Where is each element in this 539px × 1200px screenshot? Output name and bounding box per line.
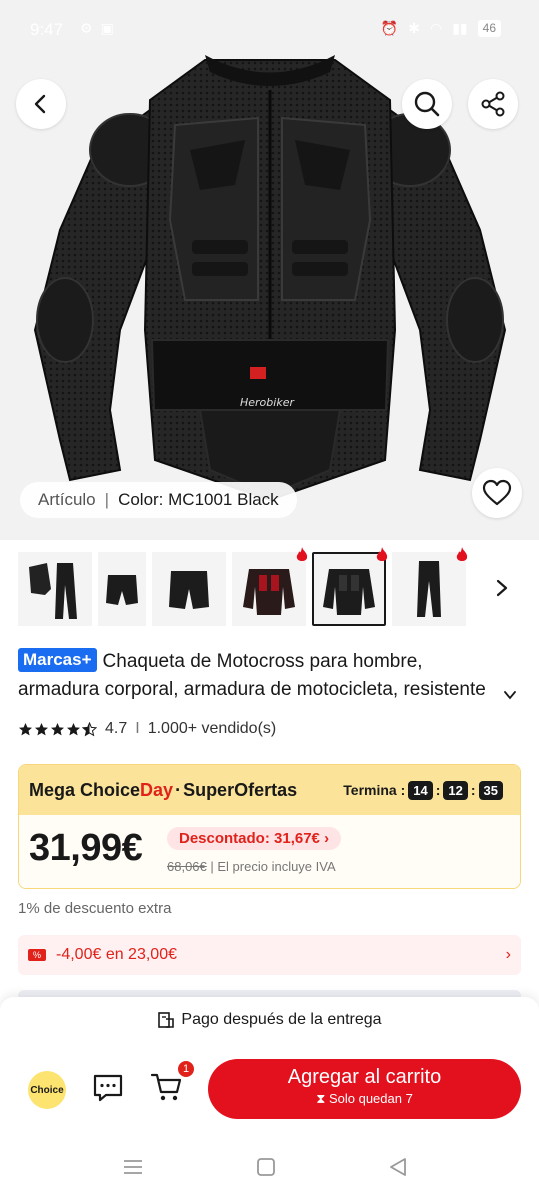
chevron-right-icon: › (505, 946, 511, 963)
bluetooth-icon: ✱ (408, 20, 420, 36)
choice-badge[interactable]: Choice (28, 1071, 66, 1109)
status-time: 9:47 (30, 20, 64, 39)
thumbnail-full-suit[interactable] (18, 552, 92, 626)
heart-icon (482, 479, 512, 506)
title-line-1: Chaqueta de Motocross para hombre, (102, 651, 423, 672)
rating-divider: I (135, 720, 140, 737)
chevron-left-icon (34, 94, 46, 114)
star-icon (35, 722, 48, 735)
search-button[interactable] (402, 79, 452, 129)
alarm-icon: ⏰ (380, 20, 399, 36)
flame-icon (456, 547, 468, 561)
coupon-banner[interactable]: % -4,00€ en 23,00€ › (18, 935, 521, 975)
flame-icon (376, 547, 388, 561)
thumbnail-shorts-2[interactable] (152, 552, 226, 626)
shorts-side-image (169, 571, 209, 609)
variant-label: Artículo (38, 490, 96, 509)
coupon-icon: % (28, 949, 46, 961)
full-suit-image (29, 563, 77, 619)
chevron-right-icon[interactable] (495, 578, 509, 598)
deal-title: Mega ChoiceDay · SuperOfertas (29, 779, 298, 800)
coupon-text: -4,00€ en 23,00€ (56, 946, 177, 963)
product-title[interactable]: Marcas+ Chaqueta de Motocross para hombre… (18, 648, 523, 704)
bottom-action-bar: Pago después de la entrega Choice 1 Agre… (0, 997, 539, 1137)
extra-discount: 1% de descuento extra (18, 900, 172, 917)
wishlist-button[interactable] (472, 468, 522, 518)
back-button[interactable] (16, 79, 66, 129)
ends-label: Termina : (343, 782, 406, 798)
system-nav-bar (0, 1137, 539, 1200)
variant-selector[interactable]: Artículo | Color: MC1001 Black (20, 482, 297, 518)
add-to-cart-label: Agregar al carrito (287, 1066, 442, 1088)
sold-count: 1.000+ vendido(s) (147, 720, 277, 737)
star-icon (67, 722, 80, 735)
flame-icon (296, 547, 308, 561)
thumbnail-red-jacket[interactable] (232, 547, 308, 626)
jacket-brand-label: Herobiker (240, 396, 295, 409)
red-jacket-image (243, 569, 295, 615)
tax-note: | El precio incluye IVA (210, 859, 336, 874)
half-star-icon (82, 721, 97, 736)
thumbnail-shorts[interactable] (98, 552, 146, 626)
image-notification-icon: ▣ (100, 20, 114, 36)
add-to-cart-button[interactable]: Agregar al carrito ⧗ Solo quedan 7 (208, 1059, 521, 1119)
home-icon[interactable] (256, 1157, 276, 1177)
brand-badge: Marcas+ (18, 648, 97, 672)
timer-seconds: 35 (478, 780, 503, 800)
discount-badge[interactable]: Descontado: 31,67€ › (167, 827, 342, 850)
hourglass-icon: ⧗ (316, 1091, 326, 1106)
black-jacket-image (323, 569, 375, 615)
back-nav-icon[interactable] (388, 1157, 408, 1177)
deal-box[interactable]: Mega ChoiceDay · SuperOfertas Termina : 14… (18, 764, 521, 889)
pants-image (417, 561, 441, 617)
deal-header: Mega ChoiceDay · SuperOfertas Termina : 14… (19, 765, 520, 815)
wifi-icon: ◠ (430, 20, 443, 36)
status-bar: 9:47 ⚙ ▣ ⏰ ✱ ◠ ▮▮ 46 (0, 0, 539, 60)
star-icon (19, 722, 32, 735)
cart-count-badge: 1 (176, 1059, 196, 1079)
star-icon (51, 722, 64, 735)
jacket-illustration: Herobiker (33, 55, 507, 502)
rating-value: 4.7 (105, 720, 128, 737)
timer-hours: 14 (408, 780, 433, 800)
thumbnail-pants[interactable] (392, 547, 468, 626)
battery-icon: 46 (477, 20, 501, 37)
current-price: 31,99€ (29, 827, 143, 869)
settings-notification-icon: ⚙ (80, 20, 93, 36)
variant-separator: | (104, 490, 110, 509)
cash-on-delivery-icon (158, 1012, 175, 1028)
thumbnail-strip (18, 547, 539, 632)
message-icon[interactable] (92, 1073, 124, 1103)
pay-on-delivery-row: Pago después de la entrega (0, 1011, 539, 1029)
chevron-right-icon: › (324, 830, 330, 847)
shorts-image (106, 575, 138, 605)
share-icon (481, 91, 505, 117)
rating-stars (18, 721, 97, 737)
rating-row[interactable]: 4.7 I 1.000+ vendido(s) (18, 720, 276, 738)
timer-minutes: 12 (443, 780, 468, 800)
pay-on-delivery-text: Pago después de la entrega (181, 1011, 382, 1028)
stock-note: Solo quedan 7 (328, 1091, 413, 1106)
signal-icon: ▮▮ (452, 20, 468, 36)
product-image[interactable]: Herobiker Artículo | Color: MC1001 Black (0, 0, 539, 540)
search-icon (414, 91, 440, 117)
variant-value: Color: MC1001 Black (118, 490, 279, 509)
share-button[interactable] (468, 79, 518, 129)
original-price: 68,06€ (167, 859, 207, 874)
chevron-down-icon[interactable] (503, 688, 517, 702)
recent-apps-icon[interactable] (122, 1157, 144, 1177)
deal-countdown: Termina : 14 : 12 : 35 (343, 780, 506, 800)
thumbnail-black-jacket[interactable] (312, 547, 388, 626)
title-line-2: armadura corporal, armadura de motocicle… (18, 679, 486, 700)
